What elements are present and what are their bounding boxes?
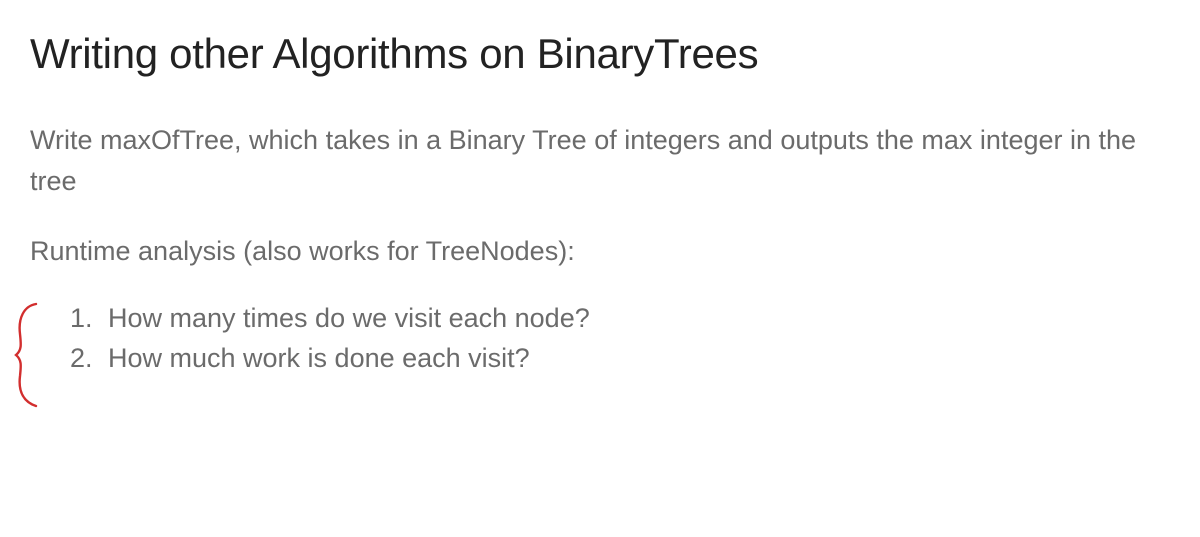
handwritten-brace-icon	[6, 300, 46, 410]
analysis-list: How many times do we visit each node? Ho…	[30, 298, 1170, 379]
slide-title: Writing other Algorithms on BinaryTrees	[30, 30, 1170, 78]
problem-statement: Write maxOfTree, which takes in a Binary…	[30, 120, 1170, 201]
list-item: How many times do we visit each node?	[70, 298, 1170, 339]
list-item: How much work is done each visit?	[70, 338, 1170, 379]
subheading: Runtime analysis (also works for TreeNod…	[30, 231, 1170, 272]
